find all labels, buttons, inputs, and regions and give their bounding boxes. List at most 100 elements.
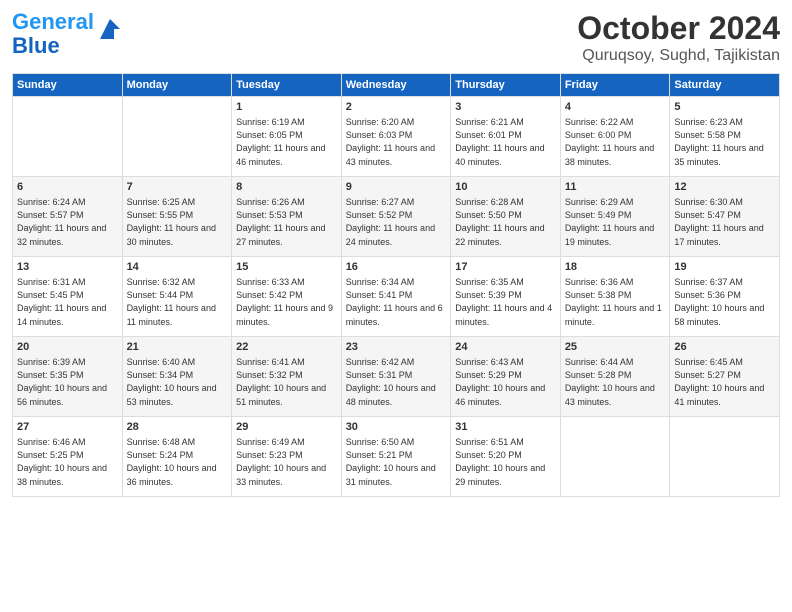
day-info: Sunrise: 6:46 AM Sunset: 5:25 PM Dayligh… <box>17 436 118 488</box>
calendar-cell: 2Sunrise: 6:20 AM Sunset: 6:03 PM Daylig… <box>341 97 451 177</box>
calendar-cell: 22Sunrise: 6:41 AM Sunset: 5:32 PM Dayli… <box>232 337 342 417</box>
day-header-sunday: Sunday <box>13 74 123 97</box>
calendar-cell: 16Sunrise: 6:34 AM Sunset: 5:41 PM Dayli… <box>341 257 451 337</box>
header-row: SundayMondayTuesdayWednesdayThursdayFrid… <box>13 74 780 97</box>
calendar-cell: 30Sunrise: 6:50 AM Sunset: 5:21 PM Dayli… <box>341 417 451 497</box>
day-info: Sunrise: 6:24 AM Sunset: 5:57 PM Dayligh… <box>17 196 118 248</box>
calendar-cell: 28Sunrise: 6:48 AM Sunset: 5:24 PM Dayli… <box>122 417 232 497</box>
calendar-cell: 12Sunrise: 6:30 AM Sunset: 5:47 PM Dayli… <box>670 177 780 257</box>
calendar-cell <box>13 97 123 177</box>
calendar-cell: 1Sunrise: 6:19 AM Sunset: 6:05 PM Daylig… <box>232 97 342 177</box>
day-number: 29 <box>236 420 337 435</box>
calendar-cell: 29Sunrise: 6:49 AM Sunset: 5:23 PM Dayli… <box>232 417 342 497</box>
day-info: Sunrise: 6:49 AM Sunset: 5:23 PM Dayligh… <box>236 436 337 488</box>
day-number: 1 <box>236 100 337 115</box>
calendar-cell <box>670 417 780 497</box>
calendar-cell: 14Sunrise: 6:32 AM Sunset: 5:44 PM Dayli… <box>122 257 232 337</box>
day-info: Sunrise: 6:37 AM Sunset: 5:36 PM Dayligh… <box>674 276 775 328</box>
day-header-saturday: Saturday <box>670 74 780 97</box>
day-info: Sunrise: 6:36 AM Sunset: 5:38 PM Dayligh… <box>565 276 666 328</box>
main-container: General Blue October 2024 Quruqsoy, Sugh… <box>0 0 792 507</box>
week-row-2: 6Sunrise: 6:24 AM Sunset: 5:57 PM Daylig… <box>13 177 780 257</box>
day-info: Sunrise: 6:34 AM Sunset: 5:41 PM Dayligh… <box>346 276 447 328</box>
day-info: Sunrise: 6:44 AM Sunset: 5:28 PM Dayligh… <box>565 356 666 408</box>
day-number: 4 <box>565 100 666 115</box>
day-info: Sunrise: 6:19 AM Sunset: 6:05 PM Dayligh… <box>236 116 337 168</box>
day-info: Sunrise: 6:42 AM Sunset: 5:31 PM Dayligh… <box>346 356 447 408</box>
day-header-wednesday: Wednesday <box>341 74 451 97</box>
day-info: Sunrise: 6:29 AM Sunset: 5:49 PM Dayligh… <box>565 196 666 248</box>
day-info: Sunrise: 6:23 AM Sunset: 5:58 PM Dayligh… <box>674 116 775 168</box>
day-header-monday: Monday <box>122 74 232 97</box>
month-title: October 2024 <box>577 10 780 47</box>
header: General Blue October 2024 Quruqsoy, Sugh… <box>12 10 780 65</box>
logo-icon <box>96 15 124 43</box>
week-row-3: 13Sunrise: 6:31 AM Sunset: 5:45 PM Dayli… <box>13 257 780 337</box>
day-info: Sunrise: 6:40 AM Sunset: 5:34 PM Dayligh… <box>127 356 228 408</box>
day-number: 17 <box>455 260 556 275</box>
day-number: 6 <box>17 180 118 195</box>
day-number: 13 <box>17 260 118 275</box>
calendar-cell: 26Sunrise: 6:45 AM Sunset: 5:27 PM Dayli… <box>670 337 780 417</box>
calendar-cell: 15Sunrise: 6:33 AM Sunset: 5:42 PM Dayli… <box>232 257 342 337</box>
day-info: Sunrise: 6:32 AM Sunset: 5:44 PM Dayligh… <box>127 276 228 328</box>
calendar-cell: 23Sunrise: 6:42 AM Sunset: 5:31 PM Dayli… <box>341 337 451 417</box>
day-info: Sunrise: 6:48 AM Sunset: 5:24 PM Dayligh… <box>127 436 228 488</box>
calendar-cell: 25Sunrise: 6:44 AM Sunset: 5:28 PM Dayli… <box>560 337 670 417</box>
calendar-cell: 11Sunrise: 6:29 AM Sunset: 5:49 PM Dayli… <box>560 177 670 257</box>
calendar-cell: 24Sunrise: 6:43 AM Sunset: 5:29 PM Dayli… <box>451 337 561 417</box>
day-number: 31 <box>455 420 556 435</box>
day-info: Sunrise: 6:27 AM Sunset: 5:52 PM Dayligh… <box>346 196 447 248</box>
day-number: 19 <box>674 260 775 275</box>
calendar-cell: 6Sunrise: 6:24 AM Sunset: 5:57 PM Daylig… <box>13 177 123 257</box>
title-area: October 2024 Quruqsoy, Sughd, Tajikistan <box>577 10 780 65</box>
calendar-table: SundayMondayTuesdayWednesdayThursdayFrid… <box>12 73 780 497</box>
calendar-cell: 19Sunrise: 6:37 AM Sunset: 5:36 PM Dayli… <box>670 257 780 337</box>
day-header-tuesday: Tuesday <box>232 74 342 97</box>
calendar-cell: 10Sunrise: 6:28 AM Sunset: 5:50 PM Dayli… <box>451 177 561 257</box>
day-info: Sunrise: 6:39 AM Sunset: 5:35 PM Dayligh… <box>17 356 118 408</box>
day-header-thursday: Thursday <box>451 74 561 97</box>
day-number: 18 <box>565 260 666 275</box>
logo-blue: Blue <box>12 33 60 58</box>
day-number: 21 <box>127 340 228 355</box>
day-number: 23 <box>346 340 447 355</box>
day-number: 28 <box>127 420 228 435</box>
day-header-friday: Friday <box>560 74 670 97</box>
day-number: 2 <box>346 100 447 115</box>
day-info: Sunrise: 6:21 AM Sunset: 6:01 PM Dayligh… <box>455 116 556 168</box>
day-info: Sunrise: 6:35 AM Sunset: 5:39 PM Dayligh… <box>455 276 556 328</box>
day-info: Sunrise: 6:45 AM Sunset: 5:27 PM Dayligh… <box>674 356 775 408</box>
week-row-1: 1Sunrise: 6:19 AM Sunset: 6:05 PM Daylig… <box>13 97 780 177</box>
day-info: Sunrise: 6:22 AM Sunset: 6:00 PM Dayligh… <box>565 116 666 168</box>
calendar-cell: 20Sunrise: 6:39 AM Sunset: 5:35 PM Dayli… <box>13 337 123 417</box>
day-number: 5 <box>674 100 775 115</box>
day-info: Sunrise: 6:51 AM Sunset: 5:20 PM Dayligh… <box>455 436 556 488</box>
location: Quruqsoy, Sughd, Tajikistan <box>577 47 780 65</box>
logo-text: General Blue <box>12 10 94 58</box>
day-number: 26 <box>674 340 775 355</box>
calendar-cell: 9Sunrise: 6:27 AM Sunset: 5:52 PM Daylig… <box>341 177 451 257</box>
calendar-cell: 27Sunrise: 6:46 AM Sunset: 5:25 PM Dayli… <box>13 417 123 497</box>
calendar-cell: 13Sunrise: 6:31 AM Sunset: 5:45 PM Dayli… <box>13 257 123 337</box>
day-number: 10 <box>455 180 556 195</box>
day-info: Sunrise: 6:50 AM Sunset: 5:21 PM Dayligh… <box>346 436 447 488</box>
day-number: 11 <box>565 180 666 195</box>
day-number: 8 <box>236 180 337 195</box>
week-row-5: 27Sunrise: 6:46 AM Sunset: 5:25 PM Dayli… <box>13 417 780 497</box>
calendar-cell: 4Sunrise: 6:22 AM Sunset: 6:00 PM Daylig… <box>560 97 670 177</box>
logo-general: General <box>12 9 94 34</box>
day-number: 30 <box>346 420 447 435</box>
calendar-cell: 17Sunrise: 6:35 AM Sunset: 5:39 PM Dayli… <box>451 257 561 337</box>
day-info: Sunrise: 6:33 AM Sunset: 5:42 PM Dayligh… <box>236 276 337 328</box>
day-info: Sunrise: 6:28 AM Sunset: 5:50 PM Dayligh… <box>455 196 556 248</box>
calendar-cell: 5Sunrise: 6:23 AM Sunset: 5:58 PM Daylig… <box>670 97 780 177</box>
logo: General Blue <box>12 10 124 58</box>
calendar-cell: 31Sunrise: 6:51 AM Sunset: 5:20 PM Dayli… <box>451 417 561 497</box>
day-info: Sunrise: 6:20 AM Sunset: 6:03 PM Dayligh… <box>346 116 447 168</box>
day-number: 16 <box>346 260 447 275</box>
calendar-cell: 8Sunrise: 6:26 AM Sunset: 5:53 PM Daylig… <box>232 177 342 257</box>
calendar-cell: 18Sunrise: 6:36 AM Sunset: 5:38 PM Dayli… <box>560 257 670 337</box>
day-number: 14 <box>127 260 228 275</box>
day-number: 20 <box>17 340 118 355</box>
